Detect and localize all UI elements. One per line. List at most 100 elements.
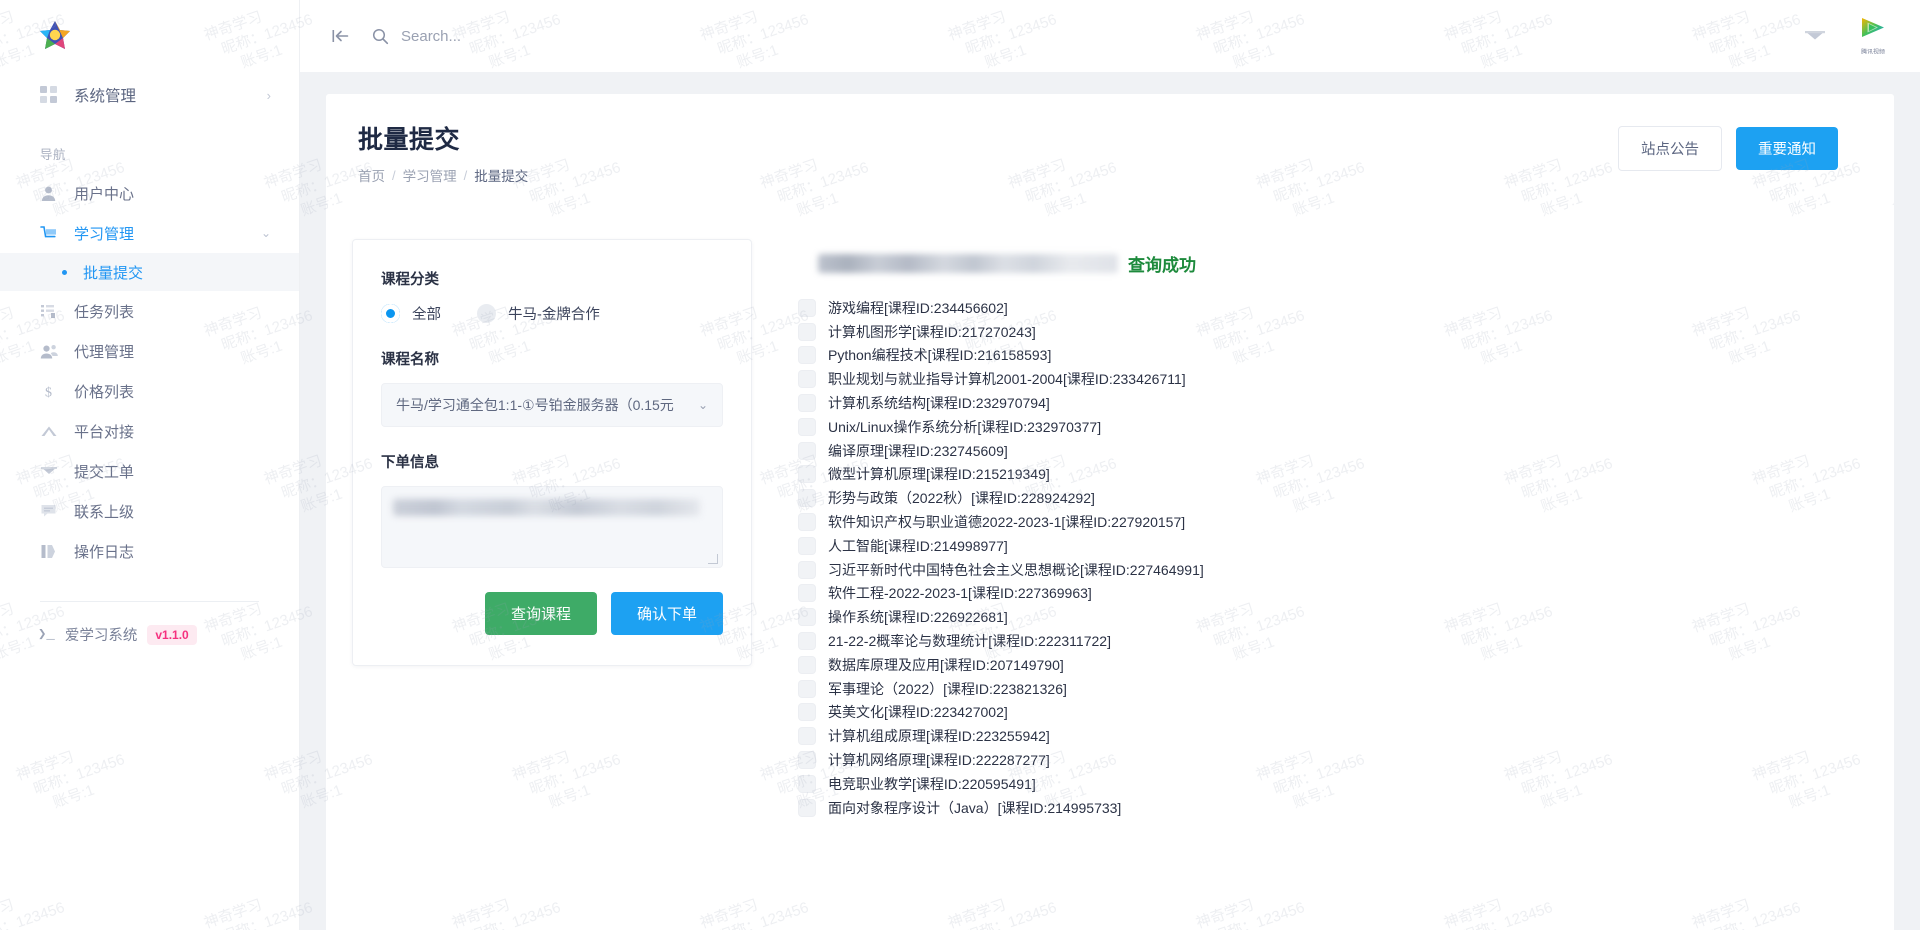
sidebar-subitem-label: 批量提交 [83, 262, 143, 283]
collapse-sidebar-icon[interactable] [332, 28, 350, 44]
course-list-item[interactable]: 英美文化[课程ID:223427002] [798, 701, 1868, 725]
site-announcement-button[interactable]: 站点公告 [1618, 126, 1722, 171]
sidebar-item-user-center[interactable]: 用户中心 [0, 173, 299, 213]
course-checkbox[interactable] [798, 418, 816, 436]
course-checkbox[interactable] [798, 346, 816, 364]
course-list-item[interactable]: 职业规划与就业指导计算机2001-2004[课程ID:233426711] [798, 367, 1868, 391]
sidebar-item-platform-integration[interactable]: 平台对接 [0, 411, 299, 451]
app-logo-icon [38, 19, 72, 53]
chevron-down-icon: ⌄ [261, 226, 271, 240]
course-checkbox[interactable] [798, 727, 816, 745]
tencent-video-app-icon[interactable]: 腾讯视频 [1852, 15, 1894, 57]
sidebar-item-label: 联系上级 [74, 501, 271, 522]
course-checkbox[interactable] [798, 751, 816, 769]
course-list-item[interactable]: 电竞职业教学[课程ID:220595491] [798, 772, 1868, 796]
course-checkbox[interactable] [798, 608, 816, 626]
course-checkbox[interactable] [798, 680, 816, 698]
breadcrumb-item-study-management[interactable]: 学习管理 [403, 165, 457, 185]
sidebar-item-contact-superior[interactable]: 联系上级 [0, 491, 299, 531]
sidebar-subitem-batch-submit[interactable]: 批量提交 [0, 253, 299, 291]
course-list-item[interactable]: 面向对象程序设计（Java）[课程ID:214995733] [798, 796, 1868, 820]
course-checkbox[interactable] [798, 632, 816, 650]
course-label: 软件工程-2022-2023-1[课程ID:227369963] [828, 583, 1092, 603]
course-list-item[interactable]: 编译原理[课程ID:232745609] [798, 439, 1868, 463]
course-list-item[interactable]: 军事理论（2022）[课程ID:223821326] [798, 677, 1868, 701]
important-notice-button[interactable]: 重要通知 [1736, 127, 1838, 170]
search-input[interactable] [401, 28, 661, 45]
confirm-order-button[interactable]: 确认下单 [611, 592, 723, 635]
course-list-item[interactable]: 21-22-2概率论与数理统计[课程ID:222311722] [798, 629, 1868, 653]
course-label: 操作系统[课程ID:226922681] [828, 607, 1008, 627]
search-icon[interactable] [372, 28, 389, 45]
course-checkbox[interactable] [798, 299, 816, 317]
query-course-button[interactable]: 查询课程 [485, 592, 597, 635]
course-list-item[interactable]: 计算机网络原理[课程ID:222287277] [798, 748, 1868, 772]
textarea-resize-handle[interactable] [708, 554, 718, 564]
sidebar-item-study-management[interactable]: 学习管理 ⌄ [0, 213, 299, 253]
course-label: 军事理论（2022）[课程ID:223821326] [828, 679, 1067, 699]
course-name-select-value: 牛马/学习通全包1:1-①号铂金服务器（0.15元 [396, 395, 690, 415]
breadcrumb: 首页 / 学习管理 / 批量提交 [358, 165, 528, 185]
sidebar-item-operation-log[interactable]: 操作日志 [0, 531, 299, 571]
course-label: 软件知识产权与职业道德2022-2023-1[课程ID:227920157] [828, 512, 1185, 532]
nav-group-title: 导航 [0, 118, 299, 173]
course-checkbox[interactable] [798, 561, 816, 579]
course-checkbox-list: 游戏编程[课程ID:234456602]计算机图形学[课程ID:21727024… [792, 296, 1868, 930]
course-checkbox[interactable] [798, 656, 816, 674]
chevron-right-icon: › [267, 88, 271, 103]
sidebar-item-task-list[interactable]: 任务列表 [0, 291, 299, 331]
logo-row[interactable] [0, 0, 299, 72]
envelope-icon[interactable] [1804, 28, 1826, 44]
course-label: 面向对象程序设计（Java）[课程ID:214995733] [828, 798, 1121, 818]
sidebar-item-price-list[interactable]: $ 价格列表 [0, 371, 299, 411]
course-checkbox[interactable] [798, 799, 816, 817]
course-checkbox[interactable] [798, 513, 816, 531]
breadcrumb-item-home[interactable]: 首页 [358, 165, 385, 185]
breadcrumb-separator: / [464, 168, 468, 183]
course-label: 计算机系统结构[课程ID:232970794] [828, 393, 1050, 413]
radio-dot-icon[interactable] [381, 304, 400, 323]
app-root: 系统管理 › 导航 用户中心 学习管理 ⌄ [0, 0, 1920, 930]
course-checkbox[interactable] [798, 584, 816, 602]
batch-submit-form: 课程分类 全部 牛马-金牌合作 课程名称 牛马/学习通全包1:1-①号铂金服务器… [352, 239, 752, 666]
sidebar-footer[interactable]: ❯_ 爱学习系统 v1.1.0 [0, 602, 299, 645]
course-name-select[interactable]: 牛马/学习通全包1:1-①号铂金服务器（0.15元 ⌄ [381, 383, 723, 427]
course-list-item[interactable]: 数据库原理及应用[课程ID:207149790] [798, 653, 1868, 677]
radio-option-all[interactable]: 全部 [381, 303, 441, 324]
course-label: 数据库原理及应用[课程ID:207149790] [828, 655, 1064, 675]
course-list-item[interactable]: 计算机系统结构[课程ID:232970794] [798, 391, 1868, 415]
course-checkbox[interactable] [798, 775, 816, 793]
sidebar-item-label: 任务列表 [74, 301, 271, 322]
course-list-item[interactable]: 形势与政策（2022秋）[课程ID:228924292] [798, 486, 1868, 510]
radio-dot-icon[interactable] [477, 304, 496, 323]
course-list-item[interactable]: Unix/Linux操作系统分析[课程ID:232970377] [798, 415, 1868, 439]
course-checkbox[interactable] [798, 489, 816, 507]
course-list-item[interactable]: 习近平新时代中国特色社会主义思想概论[课程ID:227464991] [798, 558, 1868, 582]
course-list-item[interactable]: 操作系统[课程ID:226922681] [798, 605, 1868, 629]
course-checkbox[interactable] [798, 442, 816, 460]
cart-icon [40, 225, 60, 242]
sidebar-nav: 用户中心 学习管理 ⌄ 批量提交 [0, 173, 299, 571]
course-list-item[interactable]: 软件工程-2022-2023-1[课程ID:227369963] [798, 582, 1868, 606]
sidebar-item-label: 价格列表 [74, 381, 271, 402]
course-label: 职业规划与就业指导计算机2001-2004[课程ID:233426711] [828, 369, 1186, 389]
course-list-item[interactable]: 游戏编程[课程ID:234456602] [798, 296, 1868, 320]
course-list-item[interactable]: 微型计算机原理[课程ID:215219349] [798, 463, 1868, 487]
course-list-item[interactable]: 人工智能[课程ID:214998977] [798, 534, 1868, 558]
course-list-item[interactable]: Python编程技术[课程ID:216158593] [798, 344, 1868, 368]
course-checkbox[interactable] [798, 703, 816, 721]
sidebar-item-submit-ticket[interactable]: 提交工单 [0, 451, 299, 491]
course-checkbox[interactable] [798, 394, 816, 412]
course-list-item[interactable]: 软件知识产权与职业道德2022-2023-1[课程ID:227920157] [798, 510, 1868, 534]
cloud-icon [40, 423, 60, 440]
sidebar-item-agent-management[interactable]: 代理管理 [0, 331, 299, 371]
course-list-item[interactable]: 计算机图形学[课程ID:217270243] [798, 320, 1868, 344]
order-info-textarea[interactable] [381, 486, 723, 568]
radio-option-gold-partner[interactable]: 牛马-金牌合作 [477, 303, 600, 324]
course-checkbox[interactable] [798, 537, 816, 555]
sidebar-item-system-management[interactable]: 系统管理 › [0, 72, 299, 118]
course-checkbox[interactable] [798, 465, 816, 483]
course-checkbox[interactable] [798, 323, 816, 341]
course-list-item[interactable]: 计算机组成原理[课程ID:223255942] [798, 724, 1868, 748]
course-checkbox[interactable] [798, 370, 816, 388]
